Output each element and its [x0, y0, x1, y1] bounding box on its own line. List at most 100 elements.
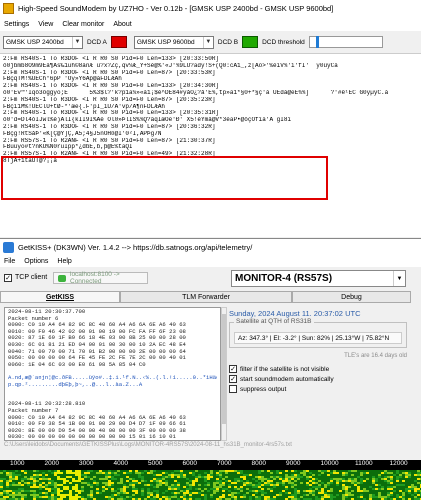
waterfall-cell: [288, 494, 291, 496]
waterfall-cell: [321, 470, 324, 472]
waterfall-cell: [21, 478, 24, 480]
option-suppress-output[interactable]: suppress output: [229, 385, 286, 393]
waterfall-cell: [195, 474, 198, 476]
packet-hex-view[interactable]: 2024-08-11 20:30:37.700 Packet number 6 00…: [4, 307, 221, 441]
waterfall-cell: [333, 494, 336, 496]
tab-debug[interactable]: Debug: [292, 291, 411, 303]
waterfall-cell: [180, 476, 183, 478]
start-soundmodem-checkbox[interactable]: ✓: [229, 375, 237, 383]
menu-help[interactable]: Help: [57, 258, 71, 265]
waterfall-cell: [366, 472, 369, 474]
tab-getkiss[interactable]: GetKISS: [0, 291, 120, 303]
modem-a-select[interactable]: GMSK USP 2400bd ▼: [3, 35, 83, 49]
menu-about[interactable]: About: [113, 21, 131, 28]
waterfall-cell: [387, 488, 390, 490]
menu-clear-monitor[interactable]: Clear monitor: [62, 21, 104, 28]
waterfall-cell: [384, 496, 387, 498]
waterfall-cell: [39, 480, 42, 482]
waterfall-cell: [120, 492, 123, 494]
menu-view[interactable]: View: [38, 21, 53, 28]
waterfall-cell: [240, 496, 243, 498]
waterfall-cell: [24, 476, 27, 478]
waterfall-cell: [168, 494, 171, 496]
waterfall-cell: [15, 488, 18, 490]
waterfall-cell: [213, 474, 216, 476]
waterfall-cell: [27, 488, 30, 490]
waterfall-cell: [111, 474, 114, 476]
tab-tlm-forwarder[interactable]: TLM Forwarder: [120, 291, 292, 303]
slider-handle[interactable]: [315, 36, 319, 48]
waterfall-cell: [264, 494, 267, 496]
waterfall-cell: [219, 474, 222, 476]
waterfall-cell: [18, 476, 21, 478]
waterfall-cell: [276, 486, 279, 488]
waterfall-cell: [384, 470, 387, 472]
waterfall-cell: [180, 492, 183, 494]
waterfall-cell: [297, 474, 300, 476]
waterfall-cell: [138, 476, 141, 478]
waterfall-cell: [33, 474, 36, 476]
waterfall-cell: [99, 480, 102, 482]
waterfall-cell: [48, 474, 51, 476]
soundmodem-monitor-log[interactable]: 2:Fm RS40S-1 To R3DOF <I R R0 S0 Pid=F0 …: [0, 53, 421, 237]
tcp-client-checkbox[interactable]: ✓: [4, 274, 12, 282]
waterfall-cell: [36, 470, 39, 472]
waterfall-cell: [84, 496, 87, 498]
waterfall-cell: [363, 482, 366, 484]
suppress-output-checkbox[interactable]: [229, 385, 237, 393]
waterfall-cell: [315, 480, 318, 482]
option-start-soundmodem[interactable]: ✓ start soundmodem automatically: [229, 375, 334, 383]
monitor-select[interactable]: MONITOR-4 (RS57S) ▼: [231, 270, 406, 287]
waterfall-cell: [117, 484, 120, 486]
menu-options[interactable]: Options: [24, 258, 48, 265]
waterfall-cell: [126, 476, 129, 478]
waterfall-cell: [42, 486, 45, 488]
waterfall-cell: [54, 474, 57, 476]
waterfall-cell: [159, 472, 162, 474]
waterfall-cell: [285, 494, 288, 496]
filter-visible-checkbox[interactable]: ✓: [229, 365, 237, 373]
waterfall-cell: [81, 490, 84, 492]
waterfall-cell: [378, 472, 381, 474]
waterfall-cell: [141, 472, 144, 474]
waterfall-cell: [96, 484, 99, 486]
option-filter-visible[interactable]: ✓ filter if the satellite is not visible: [229, 365, 329, 373]
waterfall-cell: [297, 472, 300, 474]
waterfall-cell: [255, 472, 258, 474]
waterfall-spectrum[interactable]: [0, 470, 421, 500]
waterfall-cell: [174, 490, 177, 492]
hex-scrollbar[interactable]: [221, 307, 227, 441]
waterfall-cell: [195, 488, 198, 490]
waterfall-cell: [414, 472, 417, 474]
waterfall-cell: [147, 486, 150, 488]
waterfall-cell: [216, 484, 219, 486]
waterfall-cell: [48, 470, 51, 472]
menu-file[interactable]: File: [4, 258, 15, 265]
waterfall-cell: [114, 494, 117, 496]
modem-b-select[interactable]: GMSK USP 9600bd ▼: [133, 35, 214, 49]
waterfall-cell: [189, 482, 192, 484]
menu-settings[interactable]: Settings: [4, 21, 29, 28]
waterfall-cell: [150, 494, 153, 496]
waterfall-cell: [327, 496, 330, 498]
waterfall-cell: [354, 488, 357, 490]
log-line: ô0'd=Dl4òÎJwl%é)ÅlÍ{kÍÍ9Î%Àé¯Ol0»ÞlÎS%¾Q…: [3, 117, 292, 124]
waterfall-cell: [21, 474, 24, 476]
waterfall-cell: [30, 490, 33, 492]
waterfall-cell: [186, 492, 189, 494]
waterfall-cell: [156, 480, 159, 482]
scrollbar-thumb[interactable]: [222, 314, 226, 424]
waterfall-cell: [222, 480, 225, 482]
waterfall-cell: [318, 494, 321, 496]
waterfall-cell: [69, 496, 72, 498]
waterfall-cell: [240, 480, 243, 482]
waterfall-cell: [123, 478, 126, 480]
waterfall-cell: [267, 492, 270, 494]
dcd-threshold-slider[interactable]: [308, 36, 383, 48]
waterfall-cell: [75, 492, 78, 494]
waterfall-cell: [198, 490, 201, 492]
waterfall-cell: [177, 474, 180, 476]
waterfall-cell: [30, 476, 33, 478]
soundmodem-menubar: Settings View Clear monitor About: [0, 17, 421, 31]
waterfall-cell: [27, 480, 30, 482]
